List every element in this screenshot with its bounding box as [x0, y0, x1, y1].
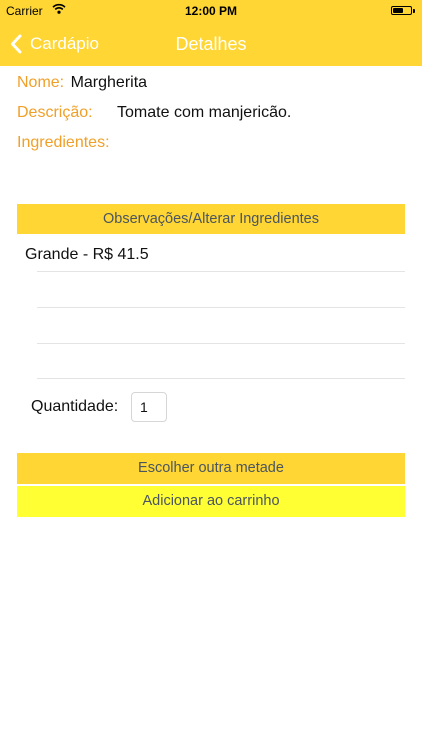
ingredients-label: Ingredientes:	[17, 134, 110, 151]
size-option-item[interactable]: Grande - R$ 41.5	[25, 246, 149, 264]
battery-tip	[413, 8, 415, 13]
description-label: Descrição:	[17, 104, 93, 121]
clock: 12:00 PM	[184, 4, 238, 18]
name-row: Nome: Margherita	[17, 74, 147, 92]
add-to-cart-button[interactable]: Adicionar ao carrinho	[17, 486, 405, 517]
quantity-label: Quantidade:	[31, 398, 119, 415]
divider	[37, 343, 405, 344]
divider	[37, 271, 405, 272]
divider	[37, 307, 405, 308]
page-title: Detalhes	[175, 34, 247, 54]
description-value: Tomate com manjericão.	[117, 104, 292, 121]
navigation-header: Carrier 12:00 PM Cardápio Detalhes	[0, 0, 422, 66]
name-label: Nome:	[17, 74, 65, 91]
battery-icon	[391, 6, 412, 15]
name-value: Margherita	[70, 74, 148, 91]
divider	[37, 378, 405, 379]
observations-button[interactable]: Observações/Alterar Ingredientes	[17, 204, 405, 234]
choose-other-half-button[interactable]: Escolher outra metade	[17, 453, 405, 484]
description-row: Descrição: Tomate com manjericão.	[17, 104, 291, 122]
status-bar: Carrier 12:00 PM	[0, 0, 422, 22]
ingredients-row: Ingredientes:	[17, 134, 110, 152]
quantity-field[interactable]	[131, 392, 167, 422]
